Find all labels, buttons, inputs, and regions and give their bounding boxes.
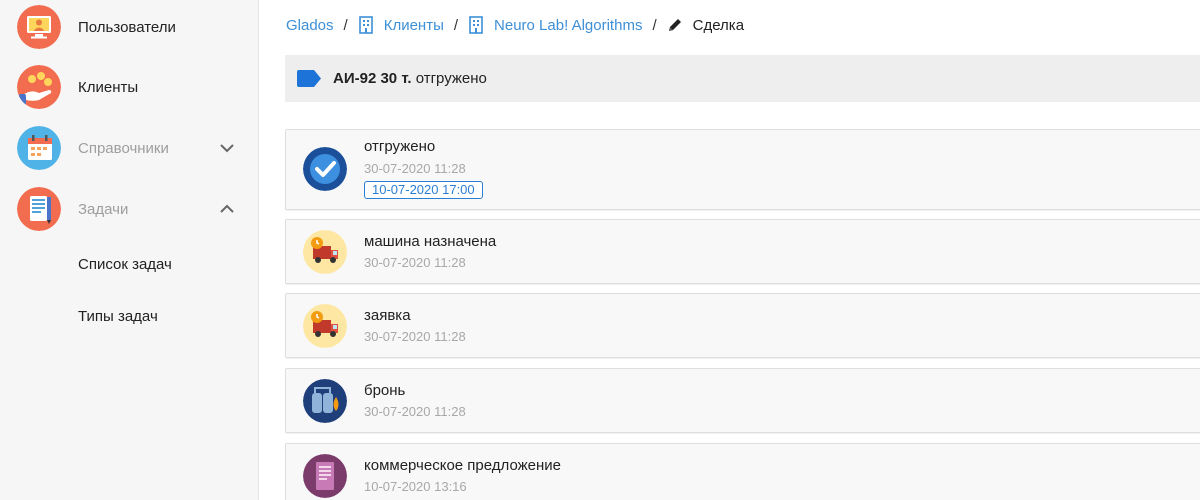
sidebar-item-clients[interactable]: Клиенты bbox=[0, 60, 258, 114]
breadcrumb-current-label: Сделка bbox=[692, 16, 745, 34]
tanks-icon bbox=[303, 379, 347, 423]
sidebar-item-label: Справочники bbox=[78, 139, 169, 157]
sidebar-item-label: Задачи bbox=[78, 200, 129, 218]
building-icon bbox=[468, 16, 484, 34]
timeline-title: отгружено bbox=[364, 138, 436, 155]
timeline-title: заявка bbox=[364, 307, 411, 324]
building-icon bbox=[358, 16, 374, 34]
breadcrumb-company-link[interactable]: Neuro Lab! Algorithms bbox=[468, 16, 642, 34]
sidebar-subitem-label: Список задач bbox=[78, 255, 172, 273]
sidebar-subitem-task-list[interactable]: Список задач bbox=[0, 244, 258, 284]
breadcrumb: Glados / Клиенты / Neuro Lab! Algorithms… bbox=[286, 13, 744, 37]
sidebar: Пользователи Клиенты Справочники Задачи … bbox=[0, 0, 259, 500]
breadcrumb-current: Сделка bbox=[667, 17, 744, 34]
sidebar-item-directories[interactable]: Справочники bbox=[0, 121, 258, 175]
clients-icon bbox=[17, 65, 61, 109]
timeline-card: машина назначена 30-07-2020 11:28 bbox=[285, 219, 1200, 284]
directories-icon bbox=[17, 126, 61, 170]
breadcrumb-separator: / bbox=[652, 16, 657, 34]
sidebar-item-tasks[interactable]: Задачи bbox=[0, 182, 258, 236]
sidebar-item-label: Пользователи bbox=[78, 18, 176, 36]
check-icon bbox=[303, 147, 347, 191]
breadcrumb-separator: / bbox=[343, 16, 348, 34]
truck-icon bbox=[303, 230, 347, 274]
timeline-card: бронь 30-07-2020 11:28 bbox=[285, 368, 1200, 433]
sidebar-subitem-task-types[interactable]: Типы задач bbox=[0, 296, 258, 336]
sidebar-item-label: Клиенты bbox=[78, 78, 139, 96]
timeline-card: заявка 30-07-2020 11:28 bbox=[285, 293, 1200, 358]
timeline-card: отгружено 30-07-2020 11:28 10-07-2020 17… bbox=[285, 129, 1200, 210]
timeline-date: 30-07-2020 11:28 bbox=[364, 329, 466, 344]
timeline-title: бронь bbox=[364, 382, 406, 399]
timeline-card: коммерческое предложение 10-07-2020 13:1… bbox=[285, 443, 1200, 500]
timeline-date: 30-07-2020 11:28 bbox=[364, 161, 466, 176]
deal-status: отгружено bbox=[415, 70, 487, 87]
chevron-down-icon[interactable] bbox=[218, 139, 236, 157]
breadcrumb-root-link[interactable]: Glados bbox=[286, 17, 334, 34]
tag-icon bbox=[297, 70, 321, 87]
timeline-date: 10-07-2020 13:16 bbox=[364, 479, 467, 494]
deal-header: АИ-92 30 т. отгружено bbox=[285, 55, 1200, 102]
sidebar-subitem-label: Типы задач bbox=[78, 307, 158, 325]
breadcrumb-clients-label: Клиенты bbox=[383, 16, 444, 34]
pencil-icon bbox=[667, 17, 683, 33]
chevron-up-icon[interactable] bbox=[218, 200, 236, 218]
truck-icon bbox=[303, 304, 347, 348]
breadcrumb-clients-link[interactable]: Клиенты bbox=[358, 16, 444, 34]
deal-title: АИ-92 30 т. отгружено bbox=[333, 70, 487, 87]
document-icon bbox=[303, 454, 347, 498]
breadcrumb-company-label: Neuro Lab! Algorithms bbox=[494, 16, 643, 34]
deal-product: АИ-92 30 т. bbox=[333, 70, 412, 87]
breadcrumb-separator: / bbox=[453, 16, 459, 34]
sidebar-item-users[interactable]: Пользователи bbox=[0, 0, 258, 54]
tasks-icon bbox=[17, 187, 61, 231]
timeline-date: 30-07-2020 11:28 bbox=[364, 255, 466, 270]
timeline-date: 30-07-2020 11:28 bbox=[364, 404, 466, 419]
users-icon bbox=[17, 5, 61, 49]
timeline-title: машина назначена bbox=[364, 233, 497, 250]
timeline-title: коммерческое предложение bbox=[364, 457, 561, 474]
deadline-badge: 10-07-2020 17:00 bbox=[364, 181, 483, 199]
